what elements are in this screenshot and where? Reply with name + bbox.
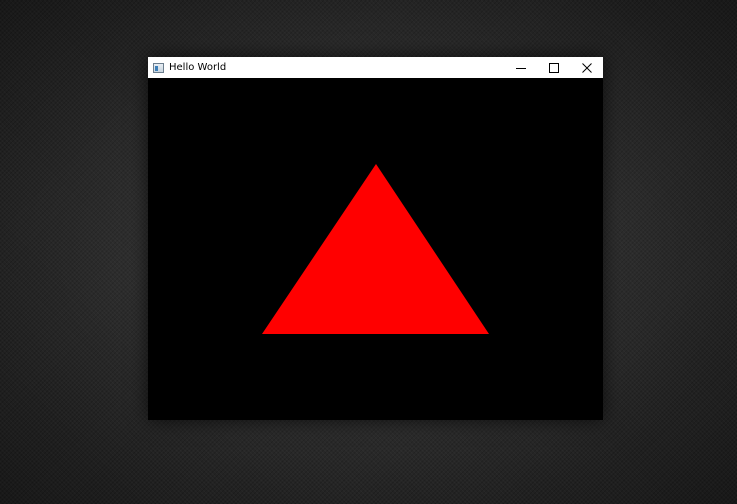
window-controls — [504, 57, 603, 78]
app-window: Hello World — [148, 57, 603, 420]
render-surface — [148, 78, 603, 420]
title-bar[interactable]: Hello World — [148, 57, 603, 78]
maximize-button[interactable] — [537, 57, 570, 78]
close-button[interactable] — [570, 57, 603, 78]
window-title: Hello World — [169, 62, 227, 73]
minimize-button[interactable] — [504, 57, 537, 78]
render-canvas[interactable] — [148, 78, 603, 420]
minimize-icon — [515, 67, 526, 69]
app-window-icon[interactable] — [153, 62, 164, 73]
maximize-icon — [548, 62, 559, 73]
close-icon — [581, 62, 592, 73]
